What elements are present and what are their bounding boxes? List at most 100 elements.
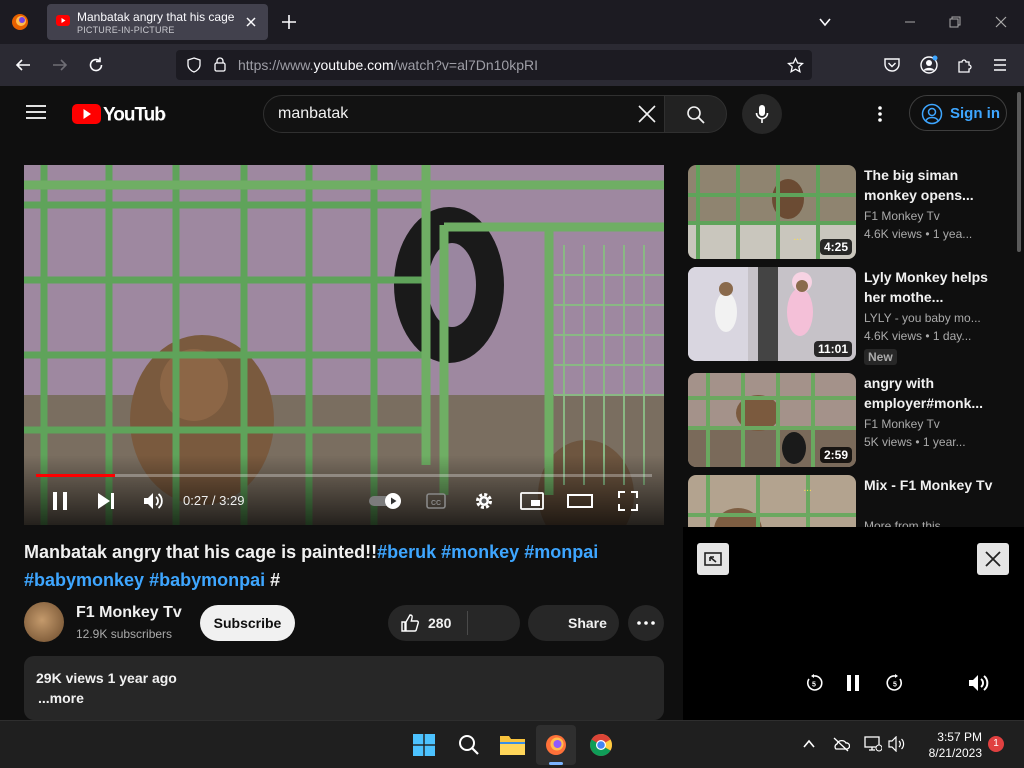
youtube-logo[interactable]: YouTube bbox=[72, 101, 166, 125]
recommended-views: 4.6K views • 1 yea... bbox=[864, 227, 973, 241]
settings-kebab-icon[interactable] bbox=[876, 104, 884, 124]
windows-start-icon[interactable] bbox=[413, 734, 435, 756]
active-app-indicator bbox=[549, 762, 563, 765]
lock-icon[interactable] bbox=[212, 56, 228, 73]
search-icon bbox=[686, 105, 706, 125]
chrome-icon[interactable] bbox=[589, 733, 613, 757]
clear-search-icon[interactable] bbox=[638, 105, 656, 123]
search-input[interactable]: manbatak bbox=[278, 105, 348, 123]
hashtag-link[interactable]: #beruk bbox=[377, 542, 436, 562]
scrollbar-thumb[interactable] bbox=[1017, 92, 1021, 252]
video-player[interactable]: 0:27 / 3:29 CC bbox=[24, 165, 664, 525]
recommended-video[interactable]: 2:59 angry with employer#monk... F1 Monk… bbox=[688, 373, 1008, 467]
windows-taskbar: 3:57 PM 8/21/2023 1 bbox=[0, 720, 1024, 768]
video-thumbnail[interactable]: ... 4:25 bbox=[688, 165, 856, 259]
recommended-title[interactable]: The big siman monkey opens... bbox=[864, 165, 994, 205]
hashtag-link[interactable]: #monpai bbox=[524, 542, 598, 562]
channel-name[interactable]: F1 Monkey Tv bbox=[76, 604, 182, 622]
recommended-video[interactable]: ... 4:25 The big siman monkey opens... F… bbox=[688, 165, 1008, 259]
file-explorer-icon[interactable] bbox=[500, 734, 525, 755]
pause-icon[interactable] bbox=[52, 492, 68, 510]
back-to-tab-icon bbox=[703, 549, 723, 569]
description-box[interactable]: 29K views 1 year ago ...more bbox=[24, 656, 664, 720]
progress-bar[interactable] bbox=[36, 474, 652, 477]
video-thumbnail[interactable]: 11:01 bbox=[688, 267, 856, 361]
video-duration: 2:59 bbox=[819, 447, 852, 463]
bookmark-star-icon[interactable] bbox=[787, 57, 804, 74]
recommended-channel[interactable]: F1 Monkey Tv bbox=[864, 209, 994, 223]
speaker-icon[interactable] bbox=[888, 736, 906, 752]
close-window-icon[interactable] bbox=[993, 14, 1009, 30]
theater-mode-icon[interactable] bbox=[567, 493, 593, 509]
forward-icon[interactable] bbox=[51, 56, 69, 74]
firefox-view-icon[interactable] bbox=[10, 12, 30, 32]
recommended-title[interactable]: Lyly Monkey helps her mothe... bbox=[864, 267, 994, 307]
onedrive-offline-icon[interactable] bbox=[832, 736, 850, 752]
app-menu-icon[interactable] bbox=[992, 56, 1008, 74]
browser-tab-bar: Manbatak angry that his cage is painted!… bbox=[0, 0, 1024, 44]
dislike-button[interactable] bbox=[468, 605, 520, 641]
recommended-title[interactable]: Mix - F1 Monkey Tv bbox=[864, 475, 994, 495]
firefox-icon bbox=[545, 734, 567, 756]
url-bar[interactable]: https://www.youtube.com/watch?v=al7Dn10k… bbox=[176, 50, 812, 80]
seek-forward-5-icon[interactable]: 5 bbox=[886, 674, 904, 692]
svg-text:5: 5 bbox=[893, 682, 897, 689]
tab-youtube[interactable]: Manbatak angry that his cage is painted!… bbox=[47, 4, 268, 40]
hashtag-link[interactable]: #babymonpai bbox=[149, 570, 265, 590]
taskbar-firefox-button[interactable] bbox=[536, 725, 576, 765]
video-title: Manbatak angry that his cage is painted!… bbox=[24, 538, 664, 594]
tracking-protection-shield-icon[interactable] bbox=[186, 57, 202, 73]
more-actions-button[interactable] bbox=[628, 605, 664, 641]
pocket-icon[interactable] bbox=[883, 56, 901, 74]
search-box[interactable]: manbatak bbox=[263, 95, 665, 133]
video-thumbnail[interactable]: 2:59 bbox=[688, 373, 856, 467]
pip-volume-icon[interactable] bbox=[968, 673, 990, 693]
recommended-views: 4.6K views • 1 day... bbox=[864, 329, 972, 343]
recommended-video[interactable]: 11:01 Lyly Monkey helps her mothe... LYL… bbox=[688, 267, 1008, 365]
miniplayer-icon[interactable] bbox=[520, 492, 544, 510]
search-button[interactable] bbox=[664, 95, 727, 133]
minimize-icon[interactable] bbox=[902, 14, 918, 30]
back-icon[interactable] bbox=[14, 56, 32, 74]
hashtag-link[interactable]: #monkey bbox=[441, 542, 519, 562]
picture-in-picture-window[interactable]: 5 5 bbox=[683, 527, 1024, 720]
reload-icon[interactable] bbox=[87, 56, 105, 74]
show-more-link[interactable]: ...more bbox=[38, 690, 84, 706]
sign-in-button[interactable]: Sign in bbox=[909, 95, 1007, 131]
show-hidden-icons-chevron-up-icon[interactable] bbox=[802, 738, 816, 750]
volume-icon[interactable] bbox=[143, 491, 163, 511]
tab-close-icon[interactable] bbox=[244, 15, 258, 29]
recommended-channel[interactable]: LYLY - you baby mo... bbox=[864, 311, 994, 325]
seek-back-5-icon[interactable]: 5 bbox=[805, 674, 823, 692]
like-dislike-group: 280 bbox=[388, 605, 520, 641]
restore-icon[interactable] bbox=[947, 14, 963, 30]
pip-close-button[interactable] bbox=[977, 543, 1009, 575]
notification-badge[interactable]: 1 bbox=[988, 736, 1004, 752]
recommended-channel[interactable]: F1 Monkey Tv bbox=[864, 417, 994, 431]
list-all-tabs-icon[interactable] bbox=[817, 14, 833, 30]
pip-back-to-tab-button[interactable] bbox=[697, 543, 729, 575]
share-button[interactable]: Share bbox=[528, 605, 619, 641]
system-clock[interactable]: 3:57 PM 8/21/2023 bbox=[918, 729, 982, 761]
closed-captions-icon[interactable]: CC bbox=[426, 492, 446, 510]
taskbar-search-icon[interactable] bbox=[458, 734, 480, 756]
hashtag-link[interactable]: #babymonkey bbox=[24, 570, 144, 590]
next-video-icon[interactable] bbox=[97, 492, 115, 510]
view-count-and-date: 29K views 1 year ago bbox=[36, 670, 177, 686]
svg-text:...: ... bbox=[804, 483, 812, 494]
like-thumbs-up-icon[interactable] bbox=[400, 613, 420, 633]
new-tab-icon[interactable] bbox=[280, 13, 298, 31]
subscribe-button[interactable]: Subscribe bbox=[200, 605, 295, 641]
voice-search-button[interactable] bbox=[742, 94, 782, 134]
fullscreen-icon[interactable] bbox=[618, 491, 638, 511]
channel-avatar[interactable] bbox=[24, 602, 64, 642]
pip-pause-icon[interactable] bbox=[846, 675, 860, 691]
extensions-icon[interactable] bbox=[956, 56, 974, 74]
recommended-title[interactable]: angry with employer#monk... bbox=[864, 373, 994, 413]
autoplay-toggle-icon[interactable] bbox=[368, 493, 402, 509]
account-icon[interactable] bbox=[919, 55, 939, 75]
hamburger-menu-icon[interactable] bbox=[26, 104, 46, 120]
settings-gear-icon[interactable] bbox=[474, 491, 494, 511]
svg-text:...: ... bbox=[794, 232, 802, 243]
network-icon[interactable] bbox=[864, 736, 882, 752]
